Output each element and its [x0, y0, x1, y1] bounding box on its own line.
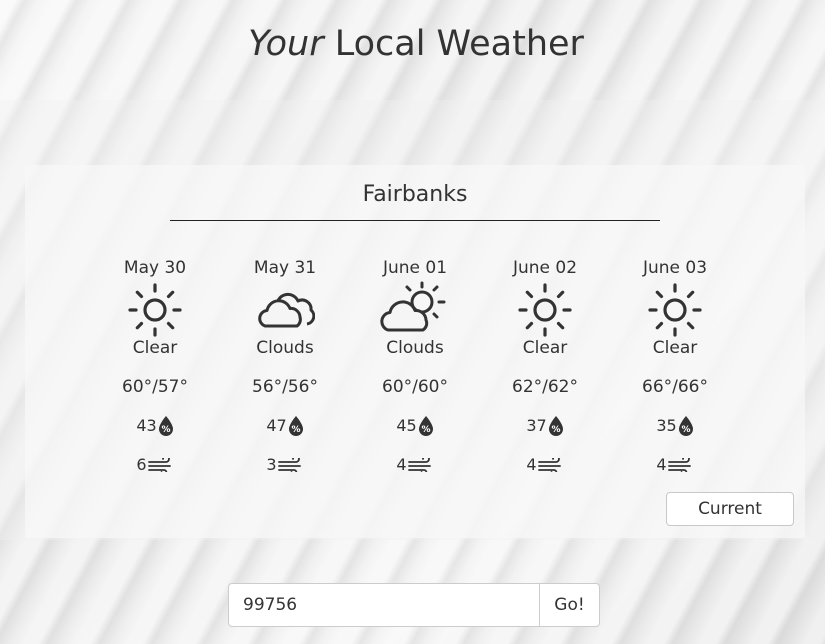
forecast-date: May 30 [123, 258, 187, 278]
forecast-wind: 4 [355, 453, 475, 477]
sun-icon [95, 280, 215, 340]
humidity-value: 47 [266, 416, 287, 435]
forecast-date: June 02 [512, 258, 578, 278]
wind-value: 3 [266, 455, 277, 474]
forecast-day: June 02 Clear 62°/62° 37% 4 [485, 256, 605, 477]
svg-text:%: % [681, 425, 690, 435]
wind-value: 6 [136, 455, 147, 474]
forecast-condition: Clear [652, 338, 698, 358]
humidity-icon: % [548, 416, 563, 436]
wind-icon [277, 458, 301, 472]
humidity-icon: % [418, 416, 433, 436]
forecast-temperature: 56°/56° [252, 377, 318, 397]
svg-text:%: % [291, 425, 300, 435]
humidity-value: 45 [396, 416, 417, 435]
forecast-wind: 3 [225, 453, 345, 477]
forecast-date: June 01 [382, 258, 448, 278]
clouds-icon [225, 280, 345, 340]
svg-text:%: % [551, 425, 560, 435]
forecast-temperature: 66°/66° [642, 377, 708, 397]
svg-text:%: % [421, 425, 430, 435]
forecast-humidity: 43% [95, 414, 215, 438]
divider [170, 220, 660, 221]
forecast-temperature: 62°/62° [512, 377, 578, 397]
wind-icon [407, 458, 431, 472]
city-name: Fairbanks [362, 182, 468, 207]
humidity-icon: % [158, 416, 173, 436]
forecast-humidity: 47% [225, 414, 345, 438]
sun-behind-cloud-icon [355, 280, 475, 340]
forecast-wind: 6 [95, 453, 215, 477]
humidity-icon: % [288, 416, 303, 436]
zip-input[interactable] [229, 584, 539, 626]
forecast-temperature: 60°/57° [122, 377, 188, 397]
go-button[interactable]: Go! [539, 584, 599, 626]
forecast-humidity: 35% [615, 414, 735, 438]
forecast-temperature: 60°/60° [382, 377, 448, 397]
humidity-icon: % [678, 416, 693, 436]
humidity-value: 43 [136, 416, 157, 435]
forecast-wind: 4 [615, 453, 735, 477]
current-button[interactable]: Current [666, 492, 794, 526]
search-form: Go! [228, 583, 600, 627]
wind-icon [667, 458, 691, 472]
forecast-condition: Clouds [386, 338, 444, 358]
page-title: Your Local Weather [248, 24, 584, 64]
forecast-day: June 03 Clear 66°/66° 35% 4 [615, 256, 735, 477]
svg-text:%: % [161, 425, 170, 435]
sun-icon [485, 280, 605, 340]
humidity-value: 35 [656, 416, 677, 435]
forecast-condition: Clouds [256, 338, 314, 358]
wind-icon [147, 458, 171, 472]
humidity-value: 37 [526, 416, 547, 435]
wind-value: 4 [396, 455, 407, 474]
forecast-condition: Clear [132, 338, 178, 358]
forecast-day: June 01 Clouds 60°/60° 45% 4 [355, 256, 475, 477]
forecast-humidity: 37% [485, 414, 605, 438]
sun-icon [615, 280, 735, 340]
wind-icon [537, 458, 561, 472]
forecast-wind: 4 [485, 453, 605, 477]
forecast-condition: Clear [522, 338, 568, 358]
forecast-date: May 31 [253, 258, 317, 278]
wind-value: 4 [526, 455, 537, 474]
wind-value: 4 [656, 455, 667, 474]
forecast-date: June 03 [642, 258, 708, 278]
forecast-humidity: 45% [355, 414, 475, 438]
forecast-day: May 31 Clouds 56°/56° 47% 3 [225, 256, 345, 477]
forecast-day: May 30 Clear 60°/57° 43% 6 [95, 256, 215, 477]
